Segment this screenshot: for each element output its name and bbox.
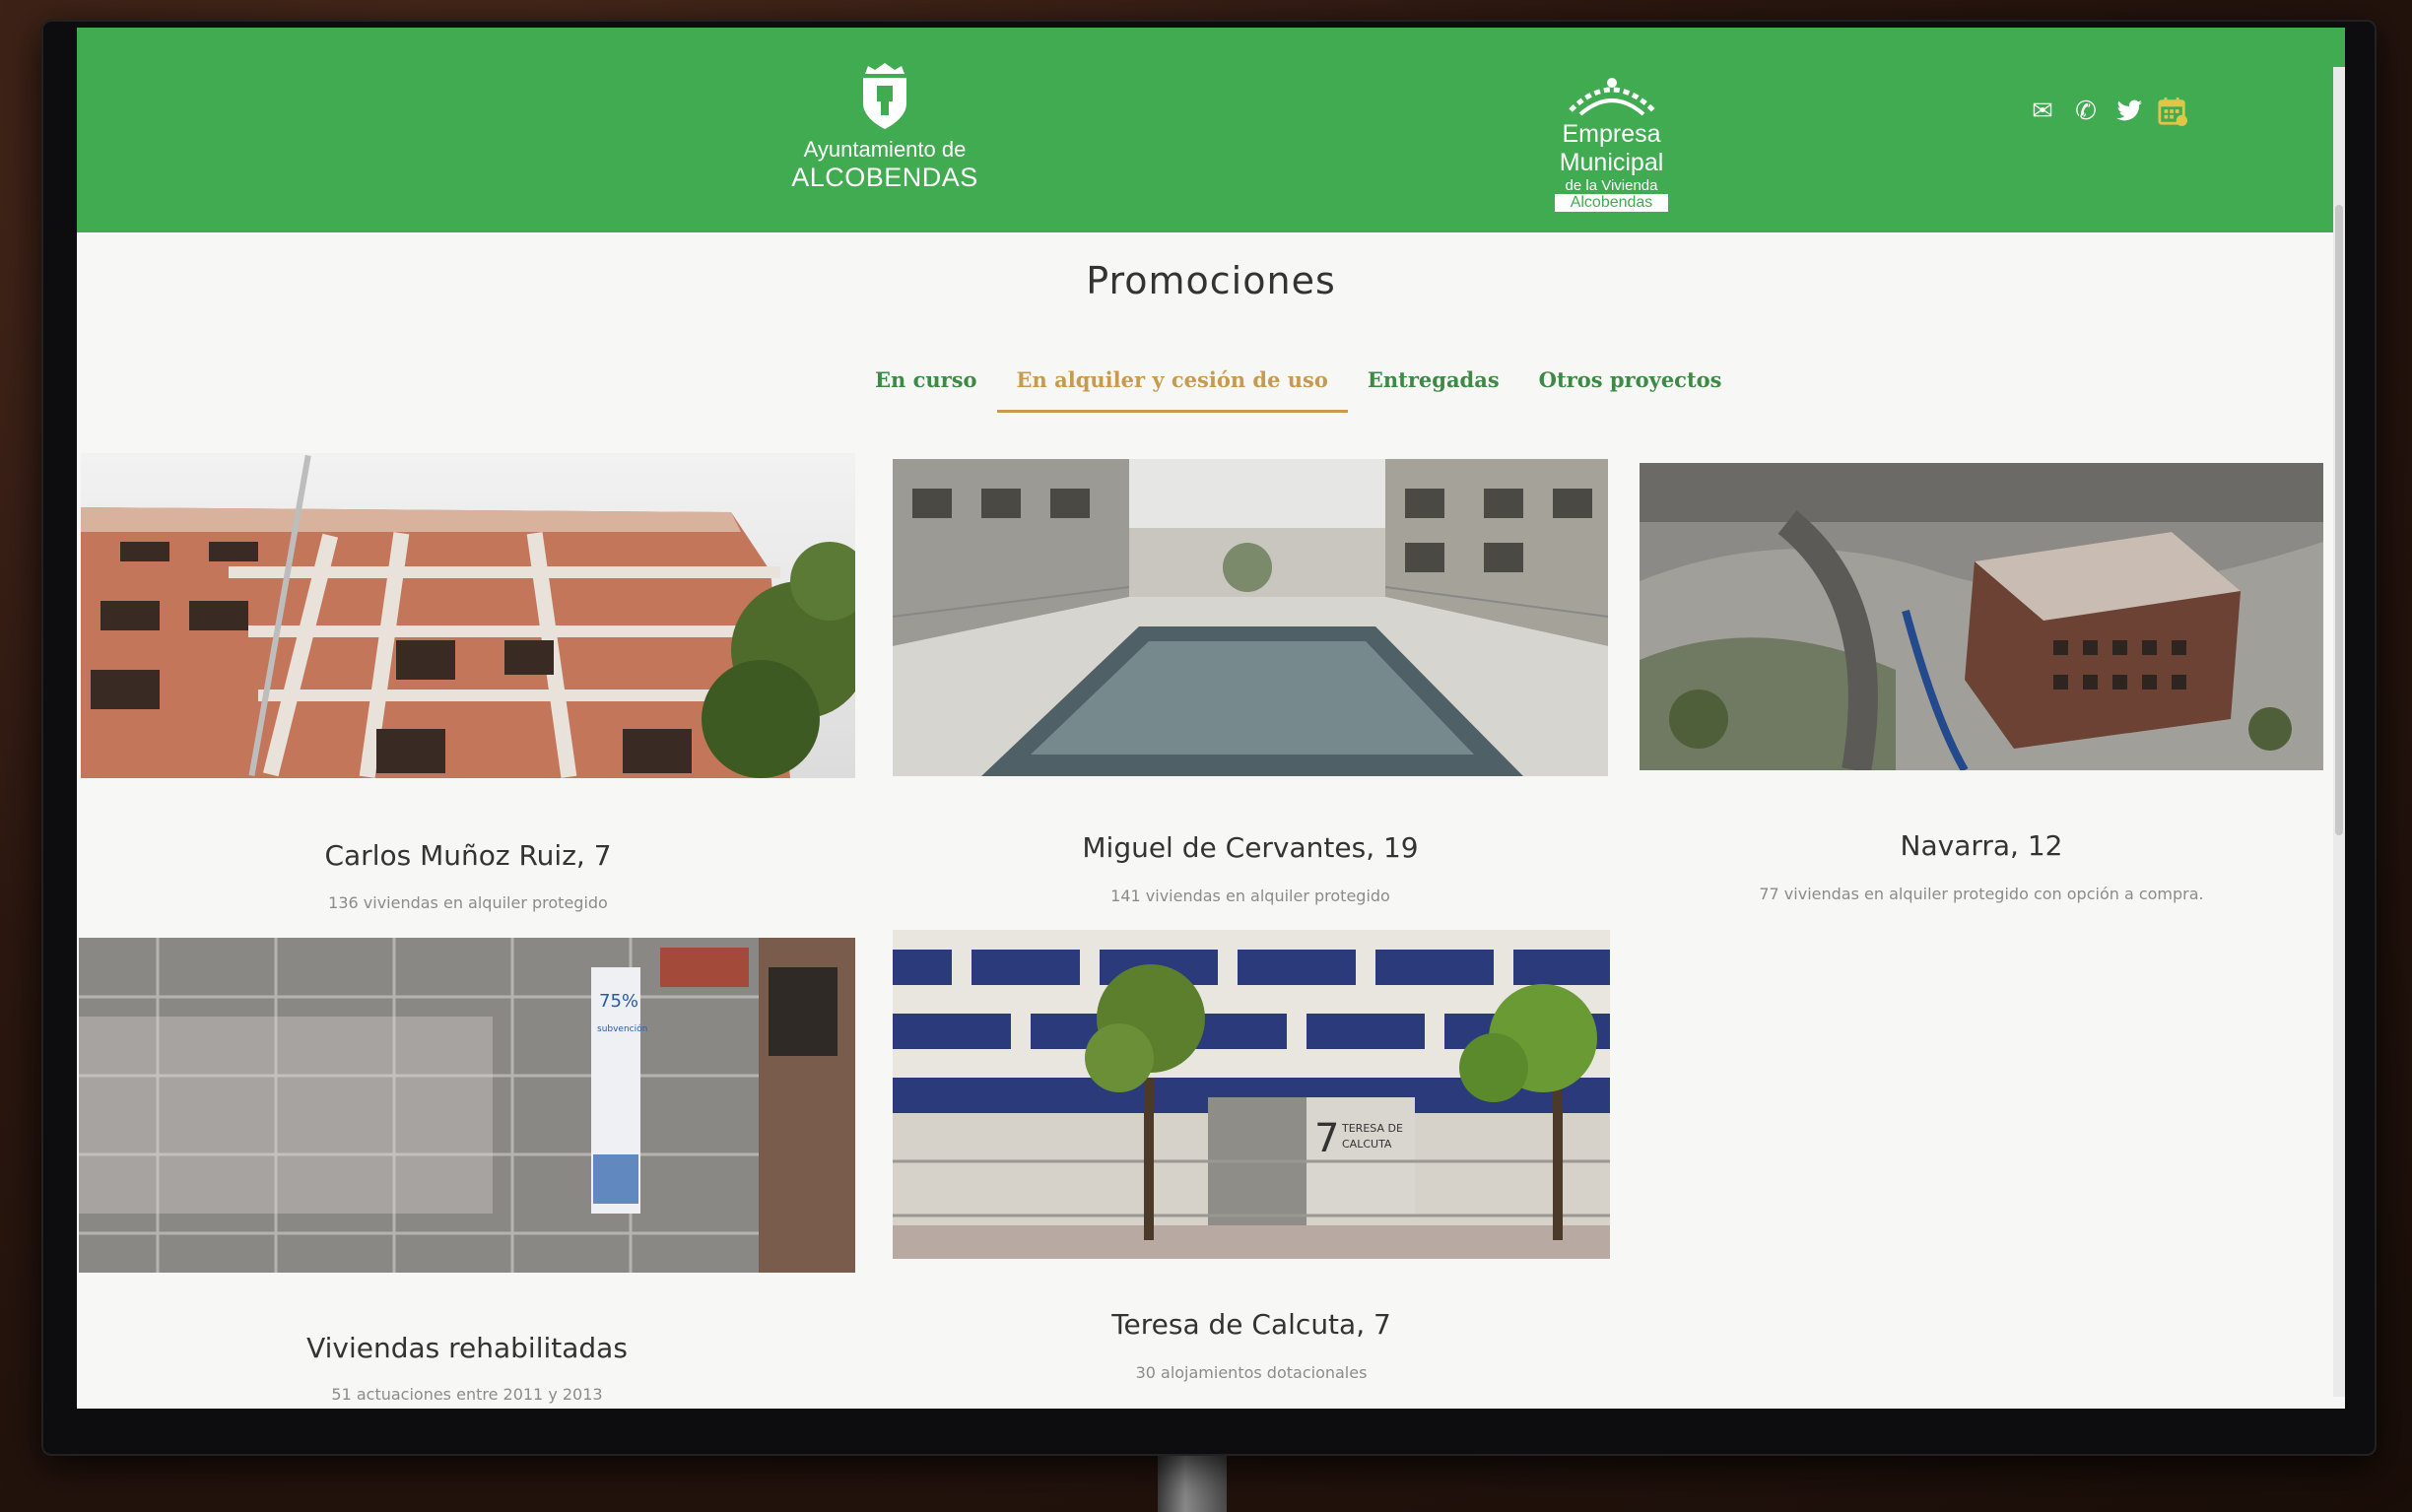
logo-right-line1: Empresa	[1562, 120, 1661, 148]
promotion-description: 141 viviendas en alquiler protegido	[1110, 887, 1390, 905]
crown-icon	[1568, 78, 1655, 116]
promotion-card-navarra[interactable]: Navarra, 12 77 viviendas en alquiler pro…	[1640, 463, 2323, 916]
logo-left-line1: Ayuntamiento de	[803, 137, 967, 162]
sign-line1: TERESA DE	[1341, 1122, 1403, 1135]
scaffolding-image: 75% subvención	[79, 938, 855, 1273]
shield-crown-icon	[863, 63, 906, 129]
promotion-photo[interactable]	[81, 453, 855, 778]
sign-number: 7	[1314, 1116, 1339, 1161]
phone-icon[interactable]: ✆	[2071, 97, 2101, 126]
promotion-description: 30 alojamientos dotacionales	[1135, 1363, 1368, 1382]
banner-text-1: 75%	[599, 991, 638, 1012]
logo-left-line2: ALCOBENDAS	[791, 163, 978, 192]
promotion-card-miguel-cervantes[interactable]: Miguel de Cervantes, 19 141 viviendas en…	[893, 459, 1608, 922]
emv-logo[interactable]: Empresa Municipal de la Vivienda Alcoben…	[1555, 77, 1668, 212]
tab-otros-proyectos[interactable]: Otros proyectos	[1519, 367, 1742, 413]
page-title: Promociones	[1086, 259, 1336, 302]
tab-en-curso[interactable]: En curso	[855, 367, 997, 413]
tab-entregadas[interactable]: Entregadas	[1348, 367, 1519, 413]
promotion-tabs: En curso En alquiler y cesión de uso Ent…	[855, 367, 1742, 413]
promotion-card-carlos-munoz[interactable]: Carlos Muñoz Ruiz, 7 136 viviendas en al…	[81, 453, 855, 926]
promotion-name[interactable]: Carlos Muñoz Ruiz, 7	[81, 839, 855, 872]
header-icons: ✉ ✆	[2028, 97, 2187, 126]
tab-en-alquiler[interactable]: En alquiler y cesión de uso	[996, 367, 1348, 413]
promotion-name[interactable]: Navarra, 12	[1640, 829, 2323, 862]
browser-screen: Ayuntamiento de ALCOBENDAS Empresa Munic…	[77, 28, 2345, 1409]
pool-image	[893, 459, 1608, 776]
promotion-photo[interactable]: 75% subvención	[79, 938, 855, 1273]
aerial-render-image	[1640, 463, 2323, 770]
promotion-card-teresa-calcuta[interactable]: 7 TERESA DE CALCUTA Teresa de Calcuta, 7…	[893, 930, 1610, 1393]
promotion-description: 51 actuaciones entre 2011 y 2013	[331, 1385, 603, 1404]
sign-line2: CALCUTA	[1342, 1138, 1392, 1150]
promotion-name[interactable]: Miguel de Cervantes, 19	[893, 831, 1608, 864]
promotion-name[interactable]: Teresa de Calcuta, 7	[893, 1308, 1610, 1341]
promotion-name[interactable]: Viviendas rehabilitadas	[79, 1332, 855, 1364]
site-header: Ayuntamiento de ALCOBENDAS Empresa Munic…	[77, 28, 2345, 232]
ayuntamiento-logo[interactable]: Ayuntamiento de ALCOBENDAS	[781, 62, 988, 193]
building-brick-image	[81, 453, 855, 778]
logo-right-line4: Alcobendas	[1555, 194, 1668, 212]
logo-right-line2: Municipal	[1559, 149, 1664, 176]
promotion-card-rehabilitadas[interactable]: 75% subvención Viviendas rehabilitadas 5…	[79, 938, 855, 1404]
promotion-description: 77 viviendas en alquiler protegido con o…	[1759, 885, 2204, 903]
promotion-photo[interactable]: 7 TERESA DE CALCUTA	[893, 930, 1610, 1259]
promotion-photo[interactable]	[1640, 463, 2323, 770]
mail-icon[interactable]: ✉	[2028, 97, 2057, 126]
calendar-icon[interactable]	[2158, 97, 2187, 126]
banner-text-2: subvención	[597, 1023, 647, 1034]
promotion-photo[interactable]	[893, 459, 1608, 776]
building-teresa-image: 7 TERESA DE CALCUTA	[893, 930, 1610, 1259]
twitter-icon[interactable]	[2114, 97, 2144, 126]
promotion-description: 136 viviendas en alquiler protegido	[328, 893, 608, 912]
logo-right-line3: de la Vivienda	[1565, 177, 1658, 194]
